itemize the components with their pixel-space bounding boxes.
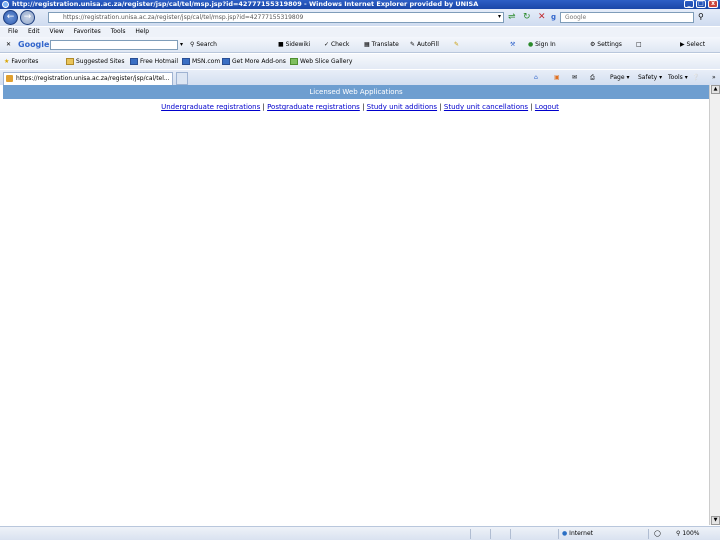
menu-tools[interactable]: Tools [111, 28, 126, 35]
zoom-control[interactable]: ⚲ 100% [676, 527, 699, 540]
menu-file[interactable]: File [8, 28, 18, 35]
tab-current[interactable]: https://registration.unisa.ac.za/registe… [3, 72, 173, 85]
page-banner: Licensed Web Applications [3, 85, 709, 99]
favorite-msn[interactable]: MSN.com [182, 54, 220, 69]
sidewiki-button[interactable]: ■ Sidewiki [278, 37, 310, 53]
vertical-scrollbar[interactable]: ▲ ▼ [709, 85, 720, 525]
search-input[interactable]: Google [560, 12, 694, 23]
menu-bar: File Edit View Favorites Tools Help [0, 27, 720, 37]
link-separator: | [439, 103, 442, 111]
favorite-suggested-sites[interactable]: Suggested Sites [66, 54, 124, 69]
favorite-get-more-add-ons[interactable]: Get More Add-ons [222, 54, 286, 69]
menu-favorites[interactable]: Favorites [74, 28, 101, 35]
link-separator: | [362, 103, 365, 111]
compat-view-icon[interactable]: ⇌ [508, 12, 516, 22]
tab-label: https://registration.unisa.ac.za/registe… [16, 75, 170, 82]
new-tab-button[interactable] [176, 72, 188, 85]
link-undergraduate-registrations[interactable]: Undergraduate registrations [161, 103, 260, 111]
google-search-button[interactable]: ⚲ Search [190, 37, 217, 53]
msn-icon [130, 58, 138, 65]
status-divider [648, 529, 649, 539]
msn-icon [222, 58, 230, 65]
web-slice-icon [290, 58, 298, 65]
window-title-bar: http://registration.unisa.ac.za/register… [0, 0, 720, 9]
forward-button[interactable]: → [20, 10, 35, 25]
nav-links: Undergraduate registrations | Postgradua… [0, 102, 720, 112]
status-divider [490, 529, 491, 539]
favorites-bar: ★ Favorites Suggested Sites Free Hotmail… [0, 54, 720, 69]
translate-button[interactable]: ▦ Translate [364, 37, 399, 53]
tools-menu-button[interactable]: Tools ▾ [668, 70, 688, 85]
menu-view[interactable]: View [50, 28, 64, 35]
menu-edit[interactable]: Edit [28, 28, 40, 35]
address-url: https://registration.unisa.ac.za/registe… [63, 14, 304, 21]
window-title: http://registration.unisa.ac.za/register… [12, 0, 479, 8]
scroll-down-icon[interactable]: ▼ [711, 516, 720, 525]
autofill-button[interactable]: ✎ AutoFill [410, 37, 439, 53]
safety-menu-button[interactable]: Safety ▾ [638, 70, 662, 85]
search-placeholder: Google [565, 14, 587, 21]
status-bar: ● Internet ◯ ⚲ 100% [0, 526, 720, 540]
favorite-web-slice-gallery[interactable]: Web Slice Gallery [290, 54, 352, 69]
scroll-up-icon[interactable]: ▲ [711, 85, 720, 94]
ie-logo-icon [2, 1, 9, 8]
address-toolbar: ← → https://registration.unisa.ac.za/reg… [0, 9, 720, 26]
feeds-icon[interactable]: ▣ [554, 70, 560, 85]
google-search-input[interactable] [50, 40, 178, 50]
google-search-dropdown-icon[interactable]: ▾ [180, 37, 183, 53]
link-postgraduate-registrations[interactable]: Postgraduate registrations [267, 103, 360, 111]
close-toolbar-icon[interactable]: ✕ [6, 37, 11, 53]
page-menu-button[interactable]: Page ▾ [610, 70, 629, 85]
minimize-button[interactable]: _ [684, 0, 694, 8]
link-separator: | [262, 103, 265, 111]
print-icon[interactable]: ⎙ [590, 70, 595, 85]
back-button[interactable]: ← [3, 10, 18, 25]
tab-bar: https://registration.unisa.ac.za/registe… [0, 70, 720, 85]
search-provider-icon[interactable]: g [551, 13, 556, 21]
favorite-free-hotmail[interactable]: Free Hotmail [130, 54, 178, 69]
address-dropdown-icon[interactable]: ▾ [498, 13, 501, 20]
check-button[interactable]: ✓ Check [324, 37, 349, 53]
globe-icon: ● [562, 530, 568, 537]
protected-mode-icon[interactable]: ◯ [654, 527, 661, 540]
link-logout[interactable]: Logout [535, 103, 559, 111]
stop-icon[interactable]: ✕ [538, 12, 546, 22]
chevron-right-icon[interactable]: » [712, 70, 716, 85]
close-window-button[interactable]: x [708, 0, 718, 8]
menu-help[interactable]: Help [135, 28, 149, 35]
status-divider [470, 529, 471, 539]
link-separator: | [530, 103, 533, 111]
wrench-icon[interactable]: ⚒ [510, 37, 515, 53]
msn-icon [182, 58, 190, 65]
link-study-unit-cancellations[interactable]: Study unit cancellations [444, 103, 528, 111]
help-icon[interactable]: ❔ [692, 70, 699, 85]
home-icon[interactable]: ⌂ [534, 70, 538, 85]
zoom-icon: ⚲ [676, 530, 681, 537]
google-logo: Google [18, 40, 50, 49]
status-divider [558, 529, 559, 539]
zone-indicator[interactable]: ● Internet [562, 527, 593, 540]
convert-button[interactable]: □ [636, 37, 642, 53]
select-button[interactable]: ▶ Select [680, 37, 705, 53]
page-favicon-icon [6, 75, 13, 82]
settings-button[interactable]: ⚙ Settings [590, 37, 622, 53]
favorites-button[interactable]: ★ Favorites [4, 54, 38, 69]
read-mail-icon[interactable]: ✉ [572, 70, 577, 85]
page-content [3, 112, 709, 525]
google-toolbar: ✕ Google ▾ ⚲ Search ■ Sidewiki ✓ Check ▦… [0, 37, 720, 53]
link-study-unit-additions[interactable]: Study unit additions [367, 103, 437, 111]
pencil-icon[interactable]: ✎ [454, 37, 459, 53]
search-icon[interactable]: ⚲ [698, 12, 704, 21]
page-icon [66, 58, 74, 65]
maximize-button[interactable]: □ [696, 0, 706, 8]
refresh-icon[interactable]: ↻ [523, 12, 531, 22]
status-divider [510, 529, 511, 539]
sign-in-button[interactable]: ● Sign In [528, 37, 556, 53]
address-input[interactable]: https://registration.unisa.ac.za/registe… [48, 12, 504, 23]
